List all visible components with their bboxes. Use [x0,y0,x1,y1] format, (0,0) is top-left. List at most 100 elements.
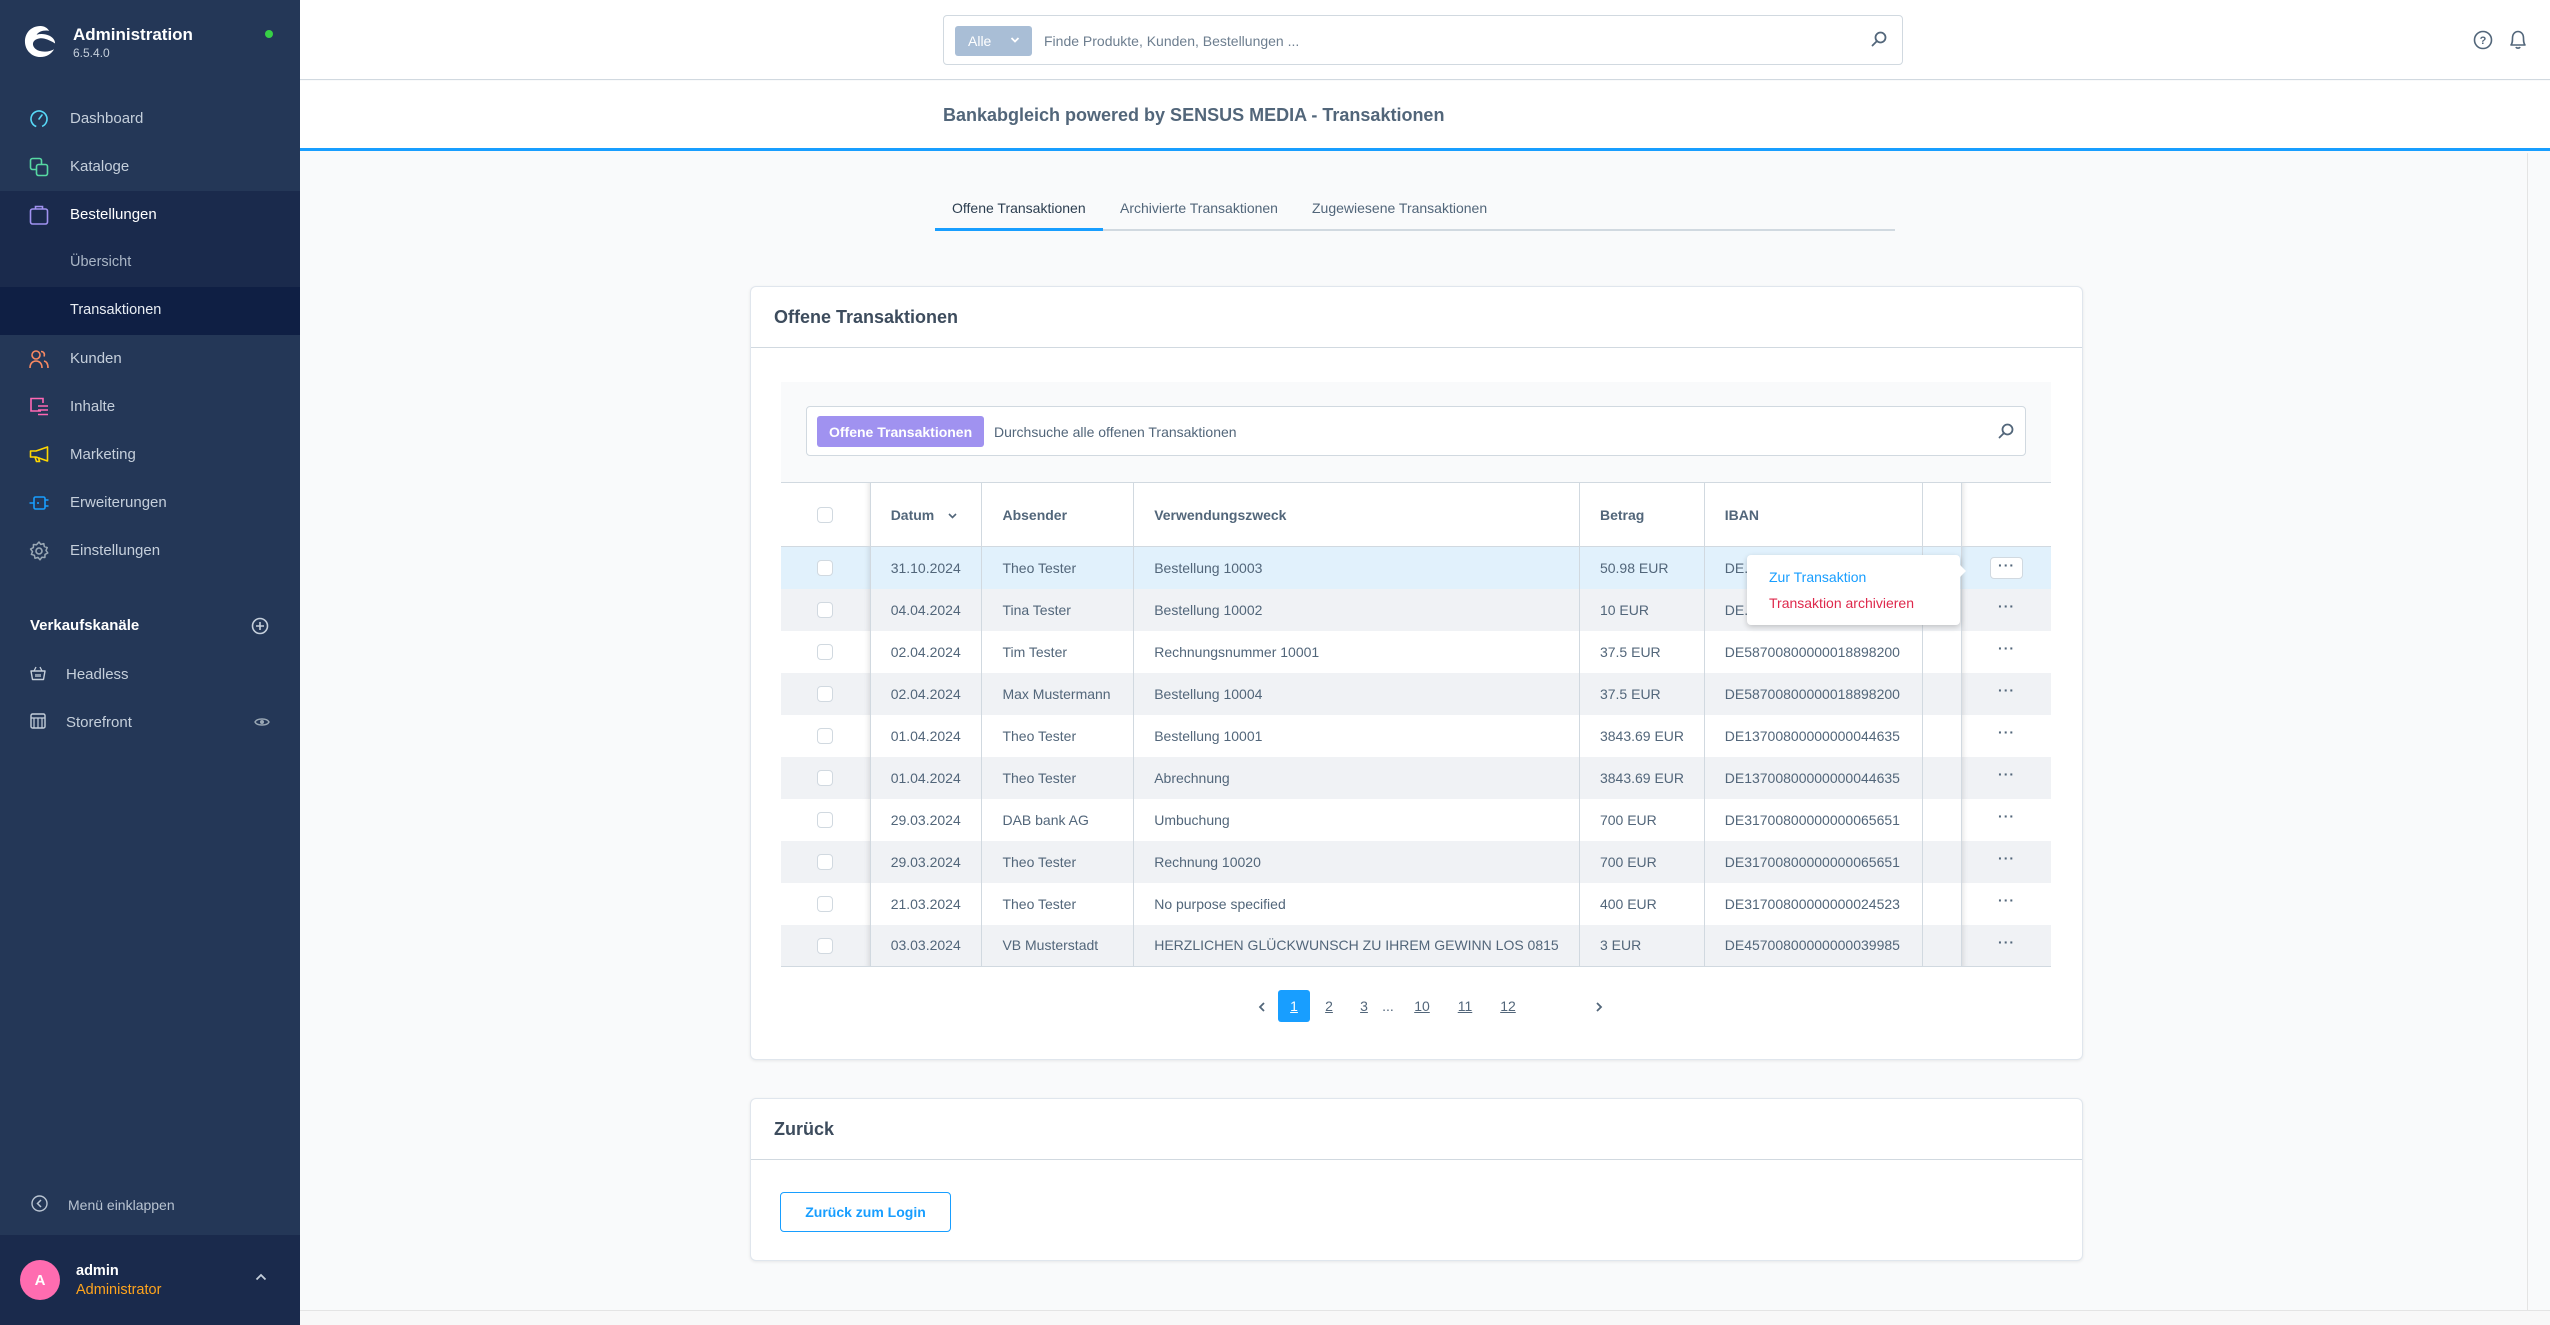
sidebar-subitem-uebersicht[interactable]: Übersicht [0,239,300,287]
cell-date: 03.03.2024 [870,924,983,967]
help-icon[interactable]: ? [2473,30,2493,50]
column-header-iban[interactable]: IBAN [1704,482,1923,547]
cell-amount: 400 EUR [1579,882,1705,925]
sidebar-item-bestellungen[interactable]: Bestellungen [0,191,300,239]
page-link-11[interactable]: 11 [1449,990,1481,1022]
column-header-verwendungszweck[interactable]: Verwendungszweck [1133,482,1580,547]
row-checkbox[interactable] [817,728,834,745]
tab-zugewiesene-transaktionen[interactable]: Zugewiesene Transaktionen [1312,200,1487,231]
add-sales-channel-icon[interactable] [251,617,269,635]
column-actions [1961,482,2051,547]
next-page-button[interactable] [1583,990,1615,1022]
sidebar-subitem-transaktionen[interactable]: Transaktionen [0,287,300,335]
row-checkbox[interactable] [817,686,834,703]
user-name: admin [76,1263,119,1279]
tab-offene-transaktionen[interactable]: Offene Transaktionen [952,200,1086,231]
search-type-select[interactable]: Alle [955,26,1032,56]
row-checkbox[interactable] [817,812,834,829]
app-title: Administration [73,25,193,44]
row-context-menu-button[interactable]: ··· [1990,935,2023,957]
table-row[interactable]: 02.04.2024 Max Mustermann Bestellung 10004… [781,672,2051,715]
back-to-login-button[interactable]: Zurück zum Login [780,1192,951,1232]
collapse-menu-button[interactable]: Menü einklappen [0,1180,300,1228]
sidebar-item-kunden[interactable]: Kunden [0,335,300,383]
page-link-3[interactable]: 3 [1348,990,1380,1022]
cell-iban: DE58700800000018898200 [1704,630,1923,673]
row-context-menu-button[interactable]: ··· [1990,725,2023,747]
global-search-input[interactable] [1044,28,1824,54]
sidebar-item-erweiterungen[interactable]: Erweiterungen [0,479,300,527]
row-actions-cell: ··· [1961,882,2051,925]
row-context-menu-button[interactable]: ··· [1990,809,2023,831]
table-row[interactable]: 01.04.2024 Theo Tester Abrechnung 3843.69 E… [781,756,2051,799]
column-header-betrag[interactable]: Betrag [1579,482,1705,547]
cell-date: 29.03.2024 [870,840,983,883]
search-icon[interactable] [1870,30,1888,48]
shopping-bag-icon [29,205,49,225]
row-checkbox[interactable] [817,560,834,577]
row-checkbox[interactable] [817,896,834,913]
search-icon[interactable] [1997,422,2015,440]
column-header-absender[interactable]: Absender [981,482,1135,547]
row-checkbox[interactable] [817,854,834,871]
horizontal-scrollbar[interactable] [300,1310,2550,1325]
table-row[interactable]: 29.03.2024 Theo Tester Rechnung 10020 700 E… [781,840,2051,883]
row-context-menu-button[interactable]: ··· [1990,851,2023,873]
sidebar-item-inhalte[interactable]: Inhalte [0,383,300,431]
table-row[interactable]: 02.04.2024 Tim Tester Rechnungsnummer 1000… [781,630,2051,673]
active-tab-indicator [935,228,1103,231]
sales-channel-storefront[interactable]: Storefront [0,703,300,743]
sales-channel-headless[interactable]: Headless [0,655,300,695]
storefront-icon [30,713,46,729]
row-context-menu-button[interactable]: ··· [1990,641,2023,663]
tab-archivierte-transaktionen[interactable]: Archivierte Transaktionen [1120,200,1278,231]
pagination-ellipsis: ... [1382,998,1394,1014]
table-row[interactable]: 29.03.2024 DAB bank AG Umbuchung 700 EUR DE3… [781,798,2051,841]
table-row[interactable]: 03.03.2024 VB Musterstadt HERZLICHEN GLÜCK… [781,924,2051,967]
transaction-search-input[interactable] [994,419,1954,445]
cell-iban: DE31700800000000065651 [1704,840,1923,883]
context-menu-archive-transaction[interactable]: Transaktion archivieren [1769,595,1914,611]
table-row[interactable]: 21.03.2024 Theo Tester No purpose specifie… [781,882,2051,925]
search-type-label: Alle [968,33,992,49]
back-card: Zurück Zurück zum Login [750,1098,2083,1261]
page-link-2[interactable]: 2 [1313,990,1345,1022]
page-link-12[interactable]: 12 [1492,990,1524,1022]
context-menu-open-transaction[interactable]: Zur Transaktion [1769,569,1866,585]
row-context-menu-button[interactable]: ··· [1990,767,2023,789]
row-actions-cell: ··· [1961,714,2051,757]
select-all-checkbox[interactable] [817,507,834,524]
user-menu[interactable]: A admin Administrator [0,1235,300,1325]
row-checkbox[interactable] [817,644,834,661]
cell-date: 01.04.2024 [870,756,983,799]
page-link-1[interactable]: 1 [1278,990,1310,1022]
cell-purpose: No purpose specified [1133,882,1580,925]
column-header-datum[interactable]: Datum [870,482,983,547]
row-actions-cell: ··· [1961,798,2051,841]
row-checkbox[interactable] [817,602,834,619]
sidebar-item-kataloge[interactable]: Kataloge [0,143,300,191]
cell-spacer [1922,882,1963,925]
row-select-cell [781,714,871,757]
vertical-scrollbar[interactable] [2527,153,2550,1313]
sidebar-item-einstellungen[interactable]: Einstellungen [0,527,300,575]
row-checkbox[interactable] [817,770,834,787]
sidebar-item-dashboard[interactable]: Dashboard [0,95,300,143]
sidebar-item-marketing[interactable]: Marketing [0,431,300,479]
row-context-menu-button[interactable]: ··· [1990,556,2024,579]
cell-date: 29.03.2024 [870,798,983,841]
sidebar-subitem-label: Übersicht [70,254,132,270]
cell-spacer [1922,924,1963,967]
row-context-menu-button[interactable]: ··· [1990,893,2023,915]
row-context-menu-button[interactable]: ··· [1990,683,2023,705]
page-link-10[interactable]: 10 [1406,990,1438,1022]
table-header-row: Datum Absender Verwendungszweck Betrag I… [781,482,2051,547]
row-context-menu-button[interactable]: ··· [1990,599,2023,621]
eye-icon[interactable] [254,716,270,728]
previous-page-button[interactable] [1246,990,1278,1022]
bell-icon[interactable] [2508,29,2528,51]
row-checkbox[interactable] [817,937,834,954]
chevron-up-icon[interactable] [255,1273,267,1281]
table-row[interactable]: 01.04.2024 Theo Tester Bestellung 10001 384… [781,714,2051,757]
shopware-logo-icon[interactable] [23,24,58,59]
